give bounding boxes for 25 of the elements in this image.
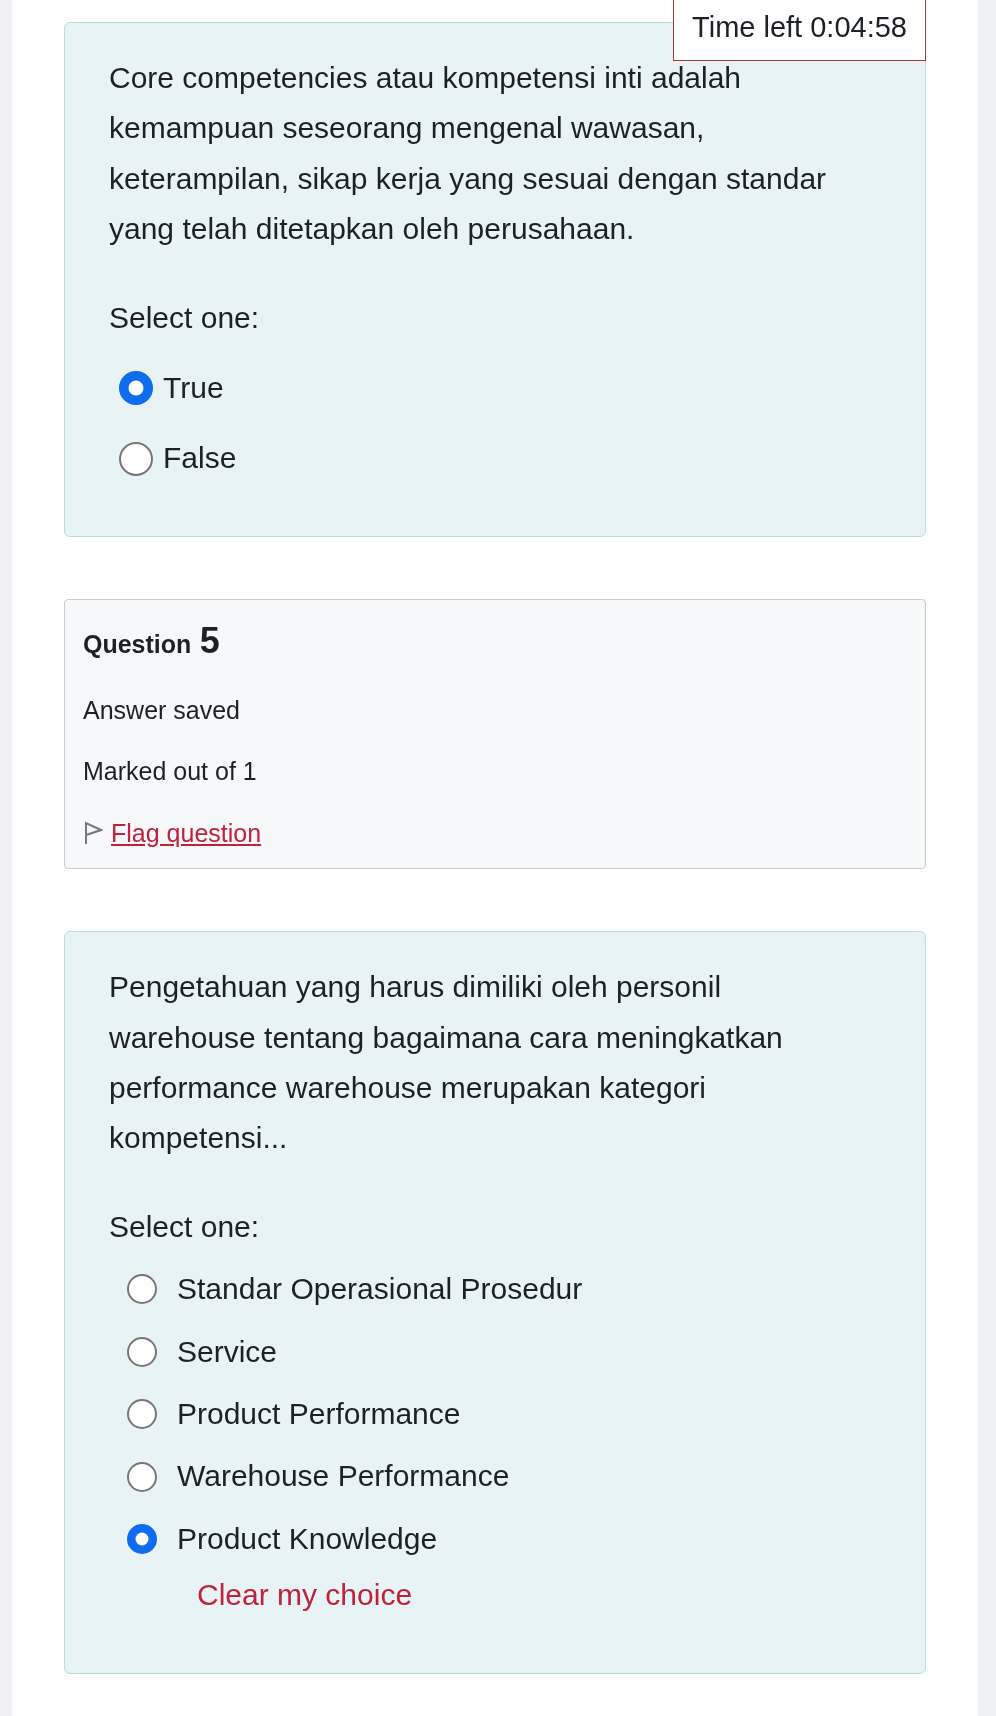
prompt-text: Select one: bbox=[109, 299, 261, 336]
clear-choice-link[interactable]: Clear my choice bbox=[197, 1570, 413, 1621]
option-label[interactable]: Warehouse Performance bbox=[177, 1451, 510, 1502]
option-label[interactable]: True bbox=[163, 362, 224, 414]
status-text: Answer saved bbox=[83, 694, 242, 726]
option-label[interactable]: Product Performance bbox=[177, 1388, 461, 1440]
question-label: Question bbox=[83, 629, 192, 658]
radio-button[interactable] bbox=[127, 1274, 157, 1305]
radio-button[interactable] bbox=[119, 371, 153, 406]
flag-question-link[interactable]: Flag question bbox=[111, 814, 262, 853]
option-label[interactable]: Standar Operasional Prosedur bbox=[177, 1264, 583, 1315]
radio-button[interactable] bbox=[127, 1523, 157, 1554]
option-label[interactable]: False bbox=[163, 433, 237, 484]
option-label[interactable]: Product Knowledge bbox=[177, 1513, 438, 1565]
radio-button[interactable] bbox=[127, 1461, 157, 1492]
option-label[interactable]: Service bbox=[177, 1326, 278, 1377]
radio-button[interactable] bbox=[127, 1336, 157, 1367]
marks-text: Marked out of 1 bbox=[83, 756, 258, 788]
question-number: 5 bbox=[199, 619, 220, 661]
question-text: Core competencies atau kompetensi inti adalah kemampuan seseorang mengenal wawasan, keterampilan, sikap kerja yang sesuai dengan standar yang telah ditetapkan oleh perusahaan. bbox=[109, 60, 828, 248]
radio-button[interactable] bbox=[127, 1399, 157, 1430]
question-text: Pengetahuan yang harus dimiliki oleh personil warehouse tentang bagaimana cara meningkatkan performance warehouse merupakan kategori kompetensi... bbox=[109, 969, 784, 1157]
timer: Time left 0:04:58 bbox=[673, 0, 926, 61]
radio-button[interactable] bbox=[119, 441, 153, 476]
prompt-text: Select one: bbox=[109, 1208, 261, 1245]
